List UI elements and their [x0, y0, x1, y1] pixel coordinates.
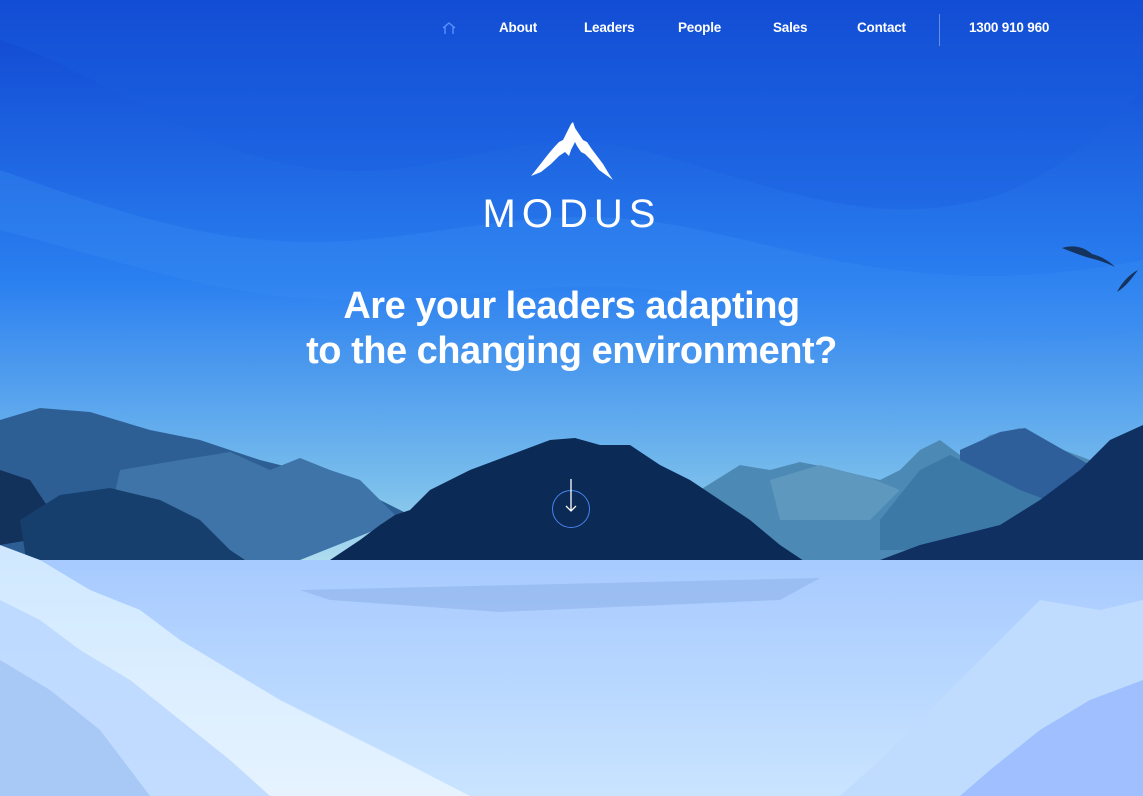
nav-item-leaders[interactable]: Leaders [584, 20, 635, 35]
home-icon[interactable] [441, 20, 457, 36]
nav-item-people[interactable]: People [678, 20, 721, 35]
mountain-logo-icon [531, 122, 613, 180]
hero-headline: Are your leaders adapting to the changin… [0, 284, 1143, 374]
main-nav: About Leaders People Sales Contact 1300 … [0, 0, 1143, 58]
arrow-down-icon [565, 479, 577, 512]
phone-number-link[interactable]: 1300 910 960 [969, 20, 1049, 35]
nav-item-about[interactable]: About [499, 20, 537, 35]
logo-wordmark: MODUS [482, 192, 662, 236]
nav-item-sales[interactable]: Sales [773, 20, 807, 35]
scroll-down-button[interactable] [552, 479, 590, 528]
headline-line-2: to the changing environment? [306, 330, 837, 372]
nav-item-contact[interactable]: Contact [857, 20, 906, 35]
headline-line-1: Are your leaders adapting [343, 285, 800, 327]
nav-divider [939, 14, 940, 46]
